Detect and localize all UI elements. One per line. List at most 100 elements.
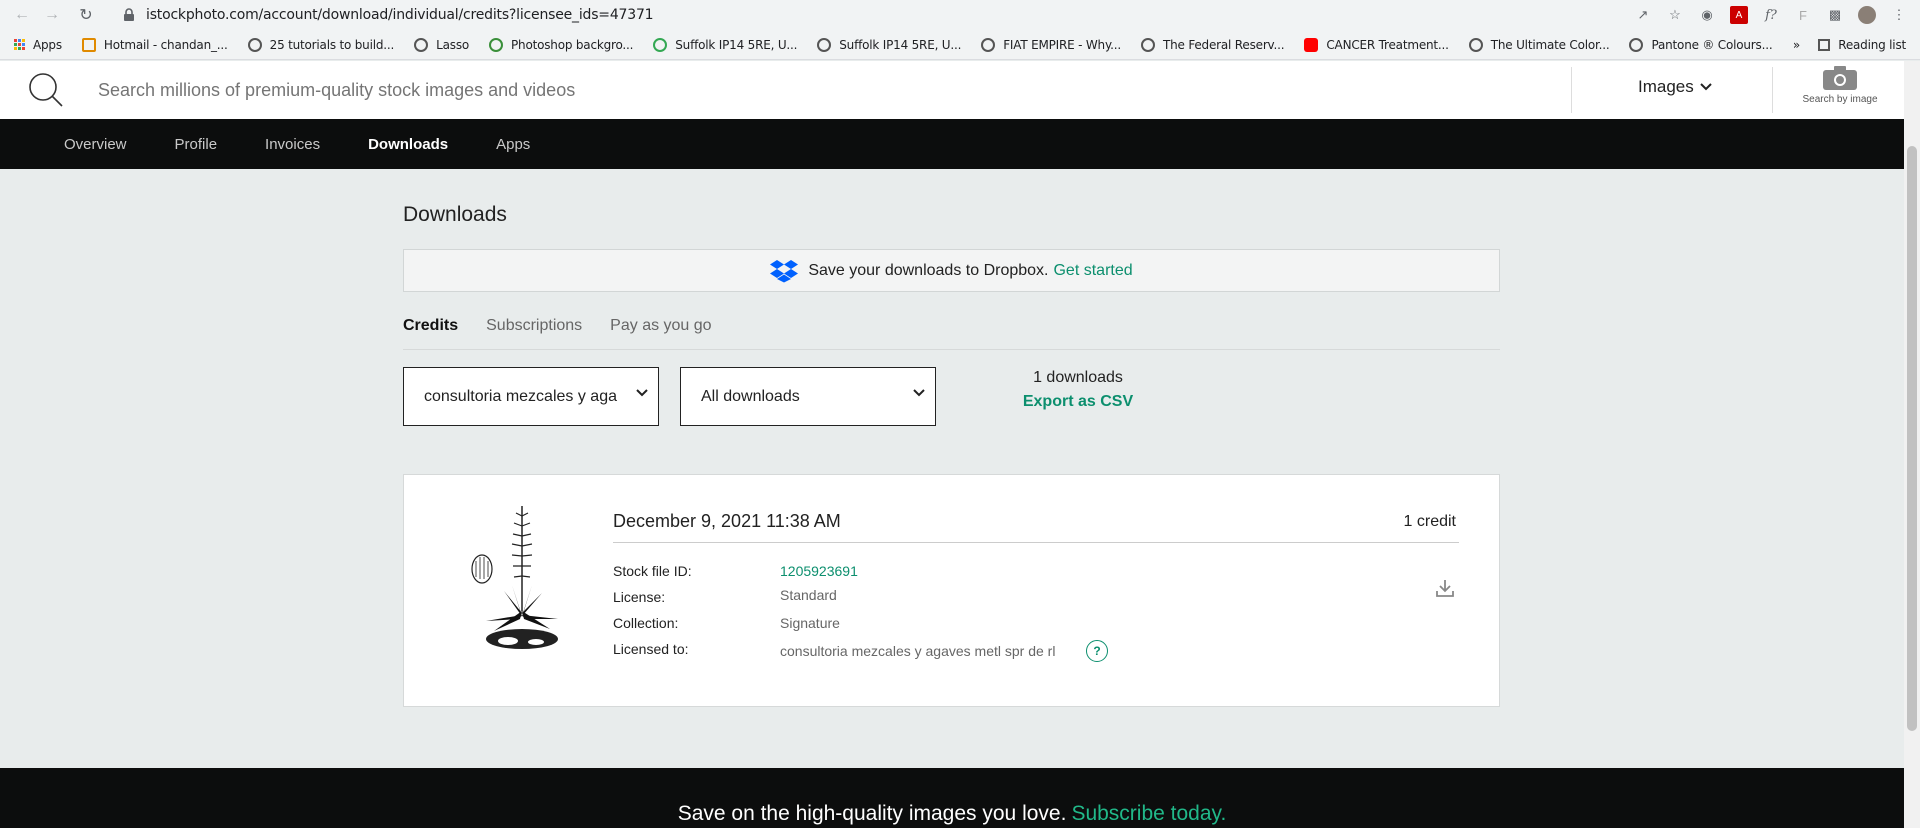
chevron-down-icon [636,389,648,397]
reading-list-button[interactable]: Reading list [1818,38,1906,52]
bookmark-suffolk-1[interactable]: Suffolk IP14 5RE, U... [653,37,798,52]
bookmarks-overflow-icon[interactable]: » [1793,38,1800,52]
dropbox-text: Save your downloads to Dropbox. [808,261,1049,279]
apps-grid-icon [14,39,25,50]
bookmark-star-icon[interactable]: ☆ [1666,6,1684,24]
globe-icon [1629,37,1644,52]
scrollbar-thumb[interactable] [1907,146,1917,731]
nav-overview[interactable]: Overview [64,136,127,153]
download-date: December 9, 2021 11:38 AM [613,511,841,531]
search-by-image-button[interactable]: Search by image [1790,65,1890,105]
nav-downloads[interactable]: Downloads [368,136,448,153]
youtube-icon [1304,37,1319,52]
footer-text: Save on the high-quality images you love… [677,802,1067,825]
address-bar[interactable]: istockphoto.com/account/download/individ… [122,3,1634,27]
bookmark-suffolk-2[interactable]: Suffolk IP14 5RE, U... [817,37,962,52]
search-divider [1772,67,1773,113]
bookmark-fiat[interactable]: FIAT EMPIRE - Why... [981,37,1121,52]
collection-value: Signature [780,615,840,631]
bookmark-hotmail[interactable]: Hotmail - chandan_... [81,37,228,52]
dropbox-get-started-link[interactable]: Get started [1053,262,1132,280]
bookmark-label: Lasso [436,37,470,52]
bookmark-favicon-icon [489,37,504,52]
card-divider [613,542,1459,543]
subscribe-link[interactable]: Subscribe today. [1071,802,1226,826]
share-icon[interactable]: ↗ [1634,6,1652,24]
bookmark-favicon-icon [81,37,96,52]
download-count: 1 downloads [1033,369,1123,386]
browser-toolbar: ← → ↻ istockphoto.com/account/download/i… [0,0,1920,30]
extension-globe-icon[interactable]: ◉ [1698,6,1716,24]
bookmark-label: Photoshop backgro... [511,37,634,52]
bookmark-pantone[interactable]: Pantone ® Colours... [1629,37,1773,52]
bookmark-apps[interactable]: Apps [14,38,62,52]
bookmark-label: Hotmail - chandan_... [103,37,228,52]
reading-list-icon [1818,38,1831,51]
stock-file-id-label: Stock file ID: [613,563,692,579]
bookmark-label: CANCER Treatment... [1326,37,1449,52]
bookmark-color[interactable]: The Ultimate Color... [1468,37,1610,52]
globe-icon [1141,37,1155,52]
extension-f-icon[interactable]: F [1794,6,1812,24]
download-card: December 9, 2021 11:38 AM 1 credit Stock… [403,474,1500,707]
search-by-image-label: Search by image [1802,94,1878,105]
bookmarks-bar: Apps Hotmail - chandan_... 25 tutorials … [0,30,1920,60]
maps-pin-icon [653,37,668,52]
chevron-down-icon [913,389,925,397]
licensed-to-value: consultoria mezcales y agaves metl spr d… [780,643,1056,659]
page-scrollbar[interactable] [1904,61,1920,828]
tab-subscriptions[interactable]: Subscriptions [486,317,582,349]
globe-icon [414,37,429,52]
stock-file-id-link[interactable]: 1205923691 [780,563,858,579]
url-text: istockphoto.com/account/download/individ… [146,7,654,23]
bookmark-lasso[interactable]: Lasso [414,37,470,52]
bookmark-federal[interactable]: The Federal Reserv... [1141,37,1285,52]
globe-icon [817,37,832,52]
forward-icon[interactable]: → [40,3,64,27]
search-input[interactable] [98,79,1498,101]
export-csv-link[interactable]: Export as CSV [988,393,1168,411]
license-tabs: Credits Subscriptions Pay as you go [403,317,1500,350]
tab-pay-as-you-go[interactable]: Pay as you go [610,317,711,349]
globe-icon [247,37,262,52]
bookmark-label: Suffolk IP14 5RE, U... [675,37,798,52]
bookmark-tutorials[interactable]: 25 tutorials to build... [247,37,394,52]
media-type-label: Images [1638,77,1694,96]
extensions-puzzle-icon[interactable]: ▩ [1826,6,1844,24]
bookmark-label: Apps [33,37,62,52]
account-nav: Overview Profile Invoices Downloads Apps [0,119,1904,169]
bookmark-cancer[interactable]: CANCER Treatment... [1304,37,1449,52]
page-title: Downloads [403,203,507,226]
chevron-down-icon [1700,83,1712,91]
profile-avatar[interactable] [1858,6,1876,24]
media-type-dropdown[interactable]: Images [1638,77,1712,97]
dropbox-icon [770,259,799,282]
search-icon[interactable] [26,70,66,110]
back-icon[interactable]: ← [10,3,34,27]
bookmark-label: Suffolk IP14 5RE, U... [839,37,962,52]
download-icon[interactable] [1434,577,1456,599]
nav-invoices[interactable]: Invoices [265,136,320,153]
font-extension-icon[interactable]: f? [1762,6,1780,24]
bookmark-label: Pantone ® Colours... [1651,37,1773,52]
search-divider [1571,67,1572,113]
tab-credits[interactable]: Credits [403,317,458,349]
licensee-select[interactable]: consultoria mezcales y aga [403,367,659,426]
licensee-select-value: consultoria mezcales y aga [424,387,617,405]
nav-apps[interactable]: Apps [496,136,530,153]
help-icon[interactable]: ? [1086,640,1108,662]
lock-icon [124,8,134,21]
download-filter-select[interactable]: All downloads [680,367,936,426]
reload-icon[interactable]: ↻ [74,3,98,27]
nav-profile[interactable]: Profile [175,136,218,153]
bookmark-label: The Federal Reserv... [1163,37,1285,52]
agave-illustration-thumbnail[interactable] [464,501,564,661]
bookmark-label: FIAT EMPIRE - Why... [1003,37,1121,52]
pdf-extension-icon[interactable]: A [1730,6,1748,24]
credit-cost: 1 credit [1403,513,1456,530]
license-value: Standard [780,587,837,603]
bookmark-label: The Ultimate Color... [1490,37,1610,52]
bookmark-photoshop[interactable]: Photoshop backgro... [489,37,634,52]
site-search-bar: Images Search by image [0,61,1904,119]
menu-kebab-icon[interactable]: ⋮ [1890,6,1908,24]
